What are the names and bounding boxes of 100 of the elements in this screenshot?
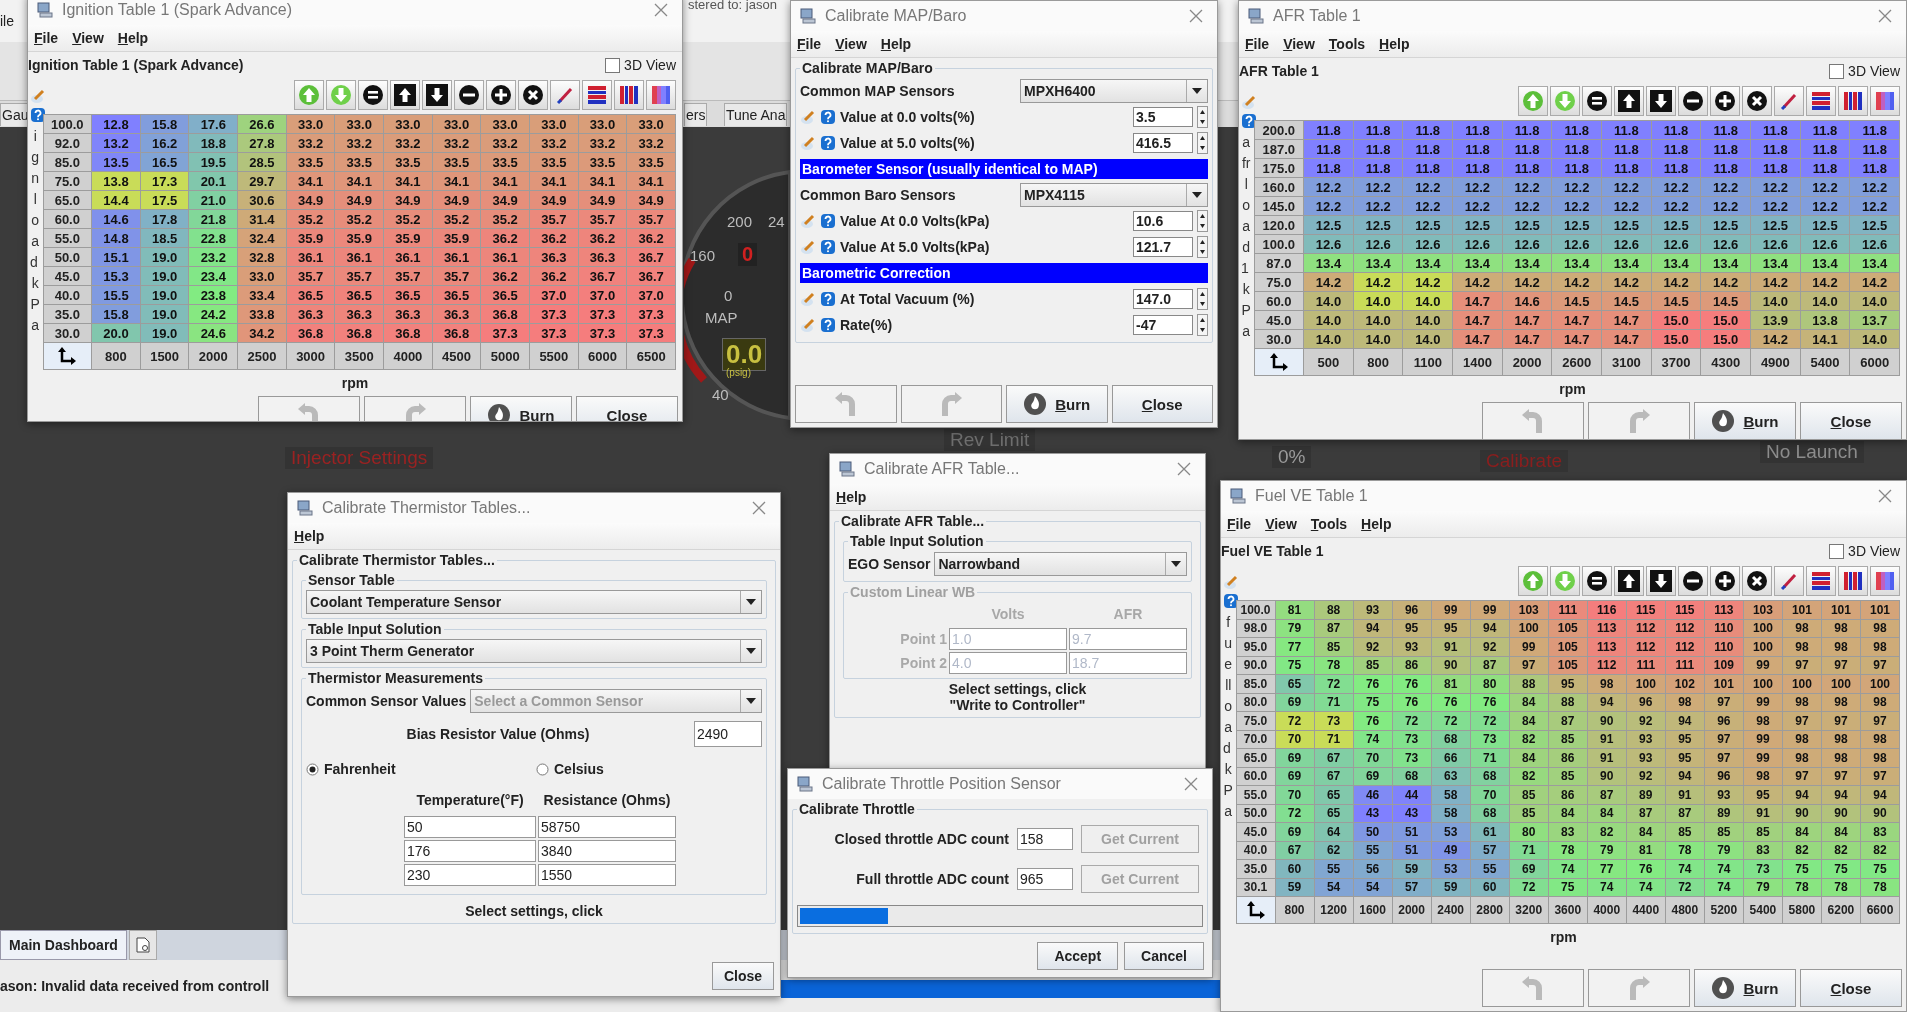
pencil-icon[interactable] <box>800 239 816 255</box>
gradient-button[interactable] <box>1870 86 1900 116</box>
horizontal-bars-button[interactable] <box>1806 566 1836 596</box>
menu-item[interactable]: File <box>1227 516 1252 532</box>
close-button[interactable]: Close <box>712 962 774 990</box>
cancel-button[interactable]: Cancel <box>1124 942 1204 970</box>
axis-corner-button[interactable] <box>43 343 92 369</box>
menu-item[interactable]: Tools <box>1328 36 1366 52</box>
tab[interactable]: Tune Ana <box>724 103 788 126</box>
dropdown[interactable]: 3 Point Therm Generator <box>306 639 762 663</box>
menu-item[interactable]: File <box>797 36 822 52</box>
help-icon[interactable] <box>1241 112 1257 129</box>
down-arrow-button[interactable] <box>1646 566 1676 596</box>
number-field[interactable]: -47 <box>1133 315 1193 335</box>
pencil-icon[interactable] <box>800 291 816 307</box>
input-field[interactable]: 2490 <box>694 721 762 747</box>
input-field[interactable]: 965 <box>1017 868 1073 890</box>
close-button[interactable]: Close <box>1111 385 1213 423</box>
number-field[interactable]: 121.7 <box>1133 237 1193 257</box>
down-arrow-button[interactable] <box>422 80 452 110</box>
help-icon[interactable] <box>30 106 46 123</box>
up-arrow-button[interactable] <box>1614 566 1644 596</box>
input-field[interactable]: 3840 <box>538 840 676 862</box>
spinner-arrows[interactable] <box>1197 314 1208 336</box>
number-field[interactable]: 147.0 <box>1133 289 1193 309</box>
multiply-button[interactable] <box>1742 86 1772 116</box>
up-arrow-button[interactable] <box>390 80 420 110</box>
help-icon[interactable] <box>820 317 836 333</box>
input-field[interactable]: 158 <box>1017 828 1073 850</box>
number-field[interactable]: 3.5 <box>1133 107 1193 127</box>
number-field[interactable]: 416.5 <box>1133 133 1193 153</box>
equals-button[interactable] <box>1582 86 1612 116</box>
help-icon[interactable] <box>820 135 836 151</box>
spinner-arrows[interactable] <box>1197 106 1208 128</box>
dropdown[interactable]: Narrowband <box>934 552 1187 576</box>
accept-button[interactable]: Accept <box>1037 942 1119 970</box>
gradient-button[interactable] <box>1870 566 1900 596</box>
menu-item[interactable]: View <box>1265 516 1297 532</box>
tab[interactable]: ers <box>684 103 708 126</box>
pencil-icon[interactable] <box>1241 93 1257 110</box>
menu-item[interactable]: Help <box>1379 36 1410 52</box>
dropdown[interactable]: MPXH6400 <box>1020 79 1208 103</box>
tab[interactable]: Main Dashboard <box>0 930 127 960</box>
help-icon[interactable] <box>1223 592 1239 609</box>
pencil-icon[interactable] <box>800 135 816 151</box>
close-button[interactable]: Close <box>1800 402 1902 439</box>
spinner-arrows[interactable] <box>1197 132 1208 154</box>
pencil-button[interactable] <box>1774 86 1804 116</box>
menu-item[interactable]: View <box>72 30 104 46</box>
pencil-icon[interactable] <box>1223 573 1239 590</box>
radio-option[interactable]: Celsius <box>536 761 762 777</box>
help-icon[interactable] <box>820 213 836 229</box>
burn-button[interactable]: Burn <box>1694 402 1796 439</box>
spinner-arrows[interactable] <box>1197 288 1208 310</box>
burn-button[interactable]: Burn <box>1006 385 1108 423</box>
equals-button[interactable] <box>1582 566 1612 596</box>
dashboard-tab-icon[interactable] <box>128 930 157 960</box>
gradient-button[interactable] <box>646 80 676 110</box>
horizontal-bars-button[interactable] <box>582 80 612 110</box>
equals-button[interactable] <box>358 80 388 110</box>
help-icon[interactable] <box>820 291 836 307</box>
vertical-bars-button[interactable] <box>1838 566 1868 596</box>
vertical-bars-button[interactable] <box>1838 86 1868 116</box>
pencil-button[interactable] <box>1774 566 1804 596</box>
axis-corner-button[interactable] <box>1254 349 1304 375</box>
view-3d-checkbox[interactable]: 3D View <box>605 57 676 73</box>
menu-item[interactable]: File <box>34 30 59 46</box>
pencil-icon[interactable] <box>800 213 816 229</box>
pencil-button[interactable] <box>550 80 580 110</box>
plus-button[interactable] <box>1710 566 1740 596</box>
vertical-bars-button[interactable] <box>614 80 644 110</box>
input-field[interactable]: 176 <box>404 840 536 862</box>
close-button[interactable]: Close <box>1800 969 1902 1007</box>
input-field[interactable]: 1550 <box>538 864 676 886</box>
number-field[interactable]: 10.6 <box>1133 211 1193 231</box>
minus-button[interactable] <box>454 80 484 110</box>
multiply-button[interactable] <box>1742 566 1772 596</box>
menu-item[interactable]: Help <box>1361 516 1392 532</box>
axis-corner-button[interactable] <box>1236 897 1275 923</box>
input-field[interactable]: 230 <box>404 864 536 886</box>
pencil-icon[interactable] <box>800 109 816 125</box>
close-button[interactable]: Close <box>576 396 678 421</box>
radio-option[interactable]: Fahrenheit <box>306 761 532 777</box>
menu-item[interactable]: File <box>1245 36 1270 52</box>
spinner-arrows[interactable] <box>1197 210 1208 232</box>
help-icon[interactable] <box>820 239 836 255</box>
pencil-icon[interactable] <box>800 317 816 333</box>
minus-button[interactable] <box>1678 86 1708 116</box>
menu-item[interactable]: Help <box>880 36 912 52</box>
burn-button[interactable]: Burn <box>470 396 572 421</box>
spinner-arrows[interactable] <box>1197 236 1208 258</box>
dropdown[interactable]: Coolant Temperature Sensor <box>306 590 762 614</box>
plus-button[interactable] <box>1710 86 1740 116</box>
multiply-button[interactable] <box>518 80 548 110</box>
burn-button[interactable]: Burn <box>1694 969 1796 1007</box>
input-field[interactable]: 50 <box>404 816 536 838</box>
menu-item[interactable]: Help <box>836 489 867 505</box>
view-3d-checkbox[interactable]: 3D View <box>1829 543 1900 559</box>
down-arrow-button[interactable] <box>1646 86 1676 116</box>
view-3d-checkbox[interactable]: 3D View <box>1829 63 1900 79</box>
